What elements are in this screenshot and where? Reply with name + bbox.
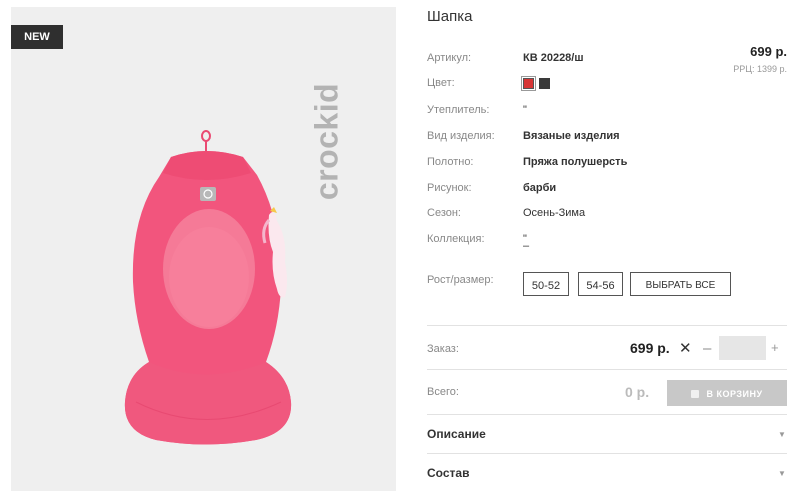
color-swatches: [521, 76, 563, 91]
recommended-price: РРЦ: 1399 р.: [733, 64, 787, 74]
spec-label: Рисунок:: [427, 182, 472, 194]
add-to-cart-button[interactable]: В КОРЗИНУ: [667, 380, 787, 406]
divider: [427, 325, 787, 326]
times-icon: ✕: [679, 340, 692, 357]
cart-button-label: В КОРЗИНУ: [706, 389, 763, 399]
spec-label: Вид изделия:: [427, 130, 495, 142]
spec-value: барби: [523, 182, 557, 194]
decrease-button[interactable]: –: [703, 340, 711, 357]
divider: [427, 453, 787, 454]
product-price: 699 р.: [750, 44, 787, 59]
cart-icon: [691, 390, 700, 398]
color-swatch-red[interactable]: [521, 76, 536, 91]
spec-label: Полотно:: [427, 156, 474, 168]
spec-value: Вязаные изделия: [523, 130, 620, 142]
spec-value: ": [523, 104, 527, 116]
spec-label: Артикул:: [427, 52, 472, 64]
color-swatch-dark[interactable]: [539, 78, 550, 89]
size-button-50-52[interactable]: 50-52: [523, 272, 569, 296]
product-image[interactable]: NEW crockid: [11, 7, 396, 491]
order-label: Заказ:: [427, 343, 459, 355]
product-title: Шапка: [427, 8, 473, 25]
spec-label: Утеплитель:: [427, 104, 490, 116]
select-all-button[interactable]: ВЫБРАТЬ ВСЕ: [630, 272, 731, 296]
quantity-input[interactable]: [719, 336, 766, 360]
total-value: 0 р.: [625, 384, 650, 400]
spec-value: Осень-Зима: [523, 207, 586, 219]
spec-value: Пряжа полушерсть: [523, 156, 628, 168]
total-label: Всего:: [427, 386, 459, 398]
spec-label: Цвет:: [427, 77, 455, 89]
accordion-description[interactable]: Описание: [427, 427, 486, 441]
spec-value: КВ 20228/ш: [523, 52, 584, 64]
increase-button[interactable]: +: [771, 340, 779, 355]
new-badge: NEW: [11, 25, 63, 49]
spec-value-2: –: [523, 240, 530, 252]
order-price: 699 р.: [630, 340, 670, 356]
divider: [427, 369, 787, 370]
sizes-label: Рост/размер:: [427, 274, 494, 286]
divider: [427, 414, 787, 415]
accordion-composition[interactable]: Состав: [427, 466, 469, 480]
chevron-down-icon[interactable]: ▼: [778, 430, 786, 439]
spec-label: Коллекция:: [427, 233, 485, 245]
brand-logo: crockid: [308, 82, 345, 201]
size-button-54-56[interactable]: 54-56: [578, 272, 623, 296]
chevron-down-icon[interactable]: ▼: [778, 469, 786, 478]
spec-label: Сезон:: [427, 207, 461, 219]
